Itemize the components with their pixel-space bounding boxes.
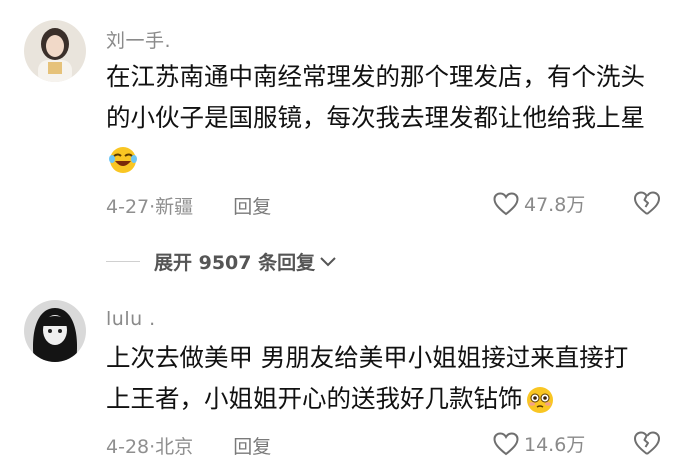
heart-outline-icon [493,431,519,455]
date-location: 4-28·北京 [106,436,194,458]
broken-heart-icon [634,191,661,215]
heart-outline-icon [493,191,519,215]
comment-text: 在江苏南通中南经常理发的那个理发店，有个洗头 的小伙子是国服镜，每次我去理发都让… [106,56,676,179]
like-count: 14.6万 [524,434,586,456]
date-location: 4-27·新疆 [106,196,194,218]
comment-line: 在江苏南通中南经常理发的那个理发店，有个洗头 [106,62,645,91]
dislike-button[interactable] [633,430,661,460]
username[interactable]: lulu . [106,308,156,330]
expand-replies-label: 展开 9507 条回复 [154,252,316,274]
like-count: 47.8万 [524,194,586,216]
comment-line: 上次去做美甲 男朋友给美甲小姐姐接过来直接打 [106,343,629,372]
chevron-down-icon [320,256,336,266]
like-button[interactable]: 14.6万 [493,430,585,457]
username[interactable]: 刘一手. [106,26,171,53]
reply-button[interactable]: 回复 [233,196,271,218]
like-button[interactable]: 47.8万 [493,190,585,217]
comment-line-text: 上王者，小姐姐开心的送我好几款钻饰 [106,384,523,413]
reply-button[interactable]: 回复 [233,436,271,458]
broken-heart-icon [634,431,661,455]
flushed-face-emoji [526,387,553,413]
comment-line: 的小伙子是国服镜，每次我去理发都让他给我上星 [106,103,645,132]
dislike-button[interactable] [633,190,661,220]
comment-meta: 4-27·新疆 回复 [106,192,271,219]
expand-replies-button[interactable]: 展开 9507 条回复 [106,248,337,275]
avatar[interactable] [24,300,86,362]
comment-meta: 4-28·北京 回复 [106,432,271,459]
divider [106,261,140,262]
avatar[interactable] [24,20,86,82]
comment-text: 上次去做美甲 男朋友给美甲小姐姐接过来直接打 上王者，小姐姐开心的送我好几款钻饰 [106,337,676,419]
laughing-crying-emoji [106,138,676,179]
comment-line: 上王者，小姐姐开心的送我好几款钻饰 [106,378,676,419]
